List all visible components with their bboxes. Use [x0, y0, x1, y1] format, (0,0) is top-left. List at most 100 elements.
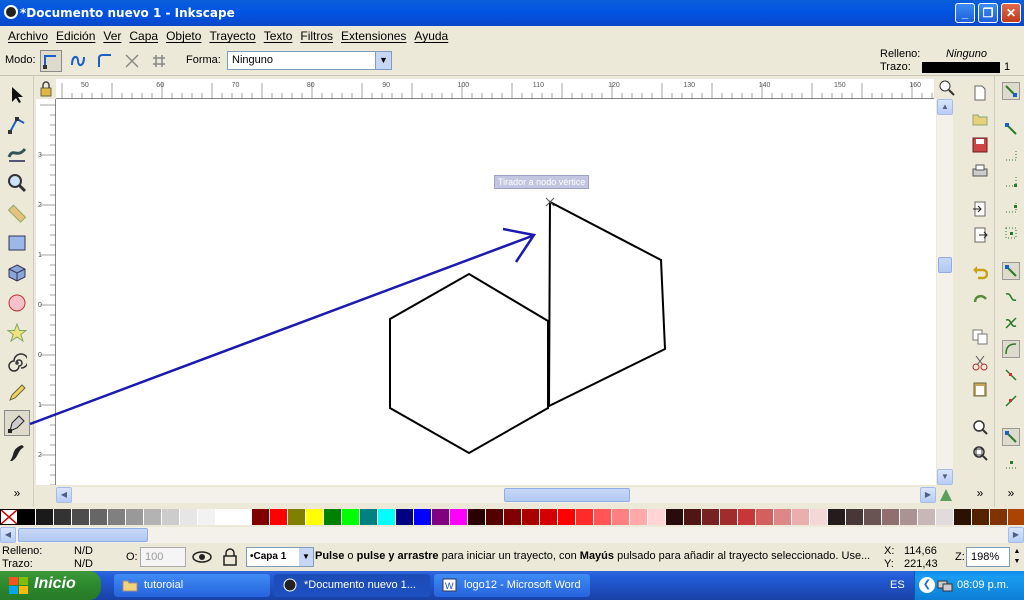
snap-paths-icon[interactable]: [1002, 288, 1020, 306]
palette-swatch[interactable]: [450, 509, 468, 525]
menu-objeto[interactable]: Objeto: [166, 29, 201, 43]
palette-swatch[interactable]: [378, 509, 396, 525]
ellipse-tool[interactable]: [4, 290, 30, 316]
menu-capa[interactable]: Capa: [129, 29, 158, 43]
palette-swatch[interactable]: [234, 509, 252, 525]
palette-swatches[interactable]: [18, 509, 1024, 525]
calligraphy-tool[interactable]: [4, 440, 30, 466]
snap-bbox-corner-icon[interactable]: [1002, 172, 1020, 190]
palette-swatch[interactable]: [666, 509, 684, 525]
menu-ayuda[interactable]: Ayuda: [414, 29, 448, 43]
palette-swatch[interactable]: [90, 509, 108, 525]
color-manage-icon[interactable]: [938, 487, 954, 503]
palette-swatch[interactable]: [306, 509, 324, 525]
palette-swatch[interactable]: [360, 509, 378, 525]
opacity-spinbox[interactable]: 100: [140, 547, 186, 567]
rectangle-tool[interactable]: [4, 230, 30, 256]
horizontal-ruler[interactable]: 50 60 70 80 90 100 110 120 130 140 150 160: [56, 79, 934, 99]
shape-select[interactable]: Ninguno ▼: [227, 51, 392, 70]
palette-swatch[interactable]: [846, 509, 864, 525]
palette-swatch[interactable]: [180, 509, 198, 525]
close-button[interactable]: ✕: [1001, 3, 1021, 23]
palette-swatch[interactable]: [324, 509, 342, 525]
zoom-tool[interactable]: [4, 170, 30, 196]
palette-swatch[interactable]: [792, 509, 810, 525]
vertical-scrollbar[interactable]: ▲ ▼: [937, 99, 953, 485]
drawing-canvas[interactable]: Tirador a nodo vértice: [56, 99, 936, 485]
no-paint-swatch[interactable]: [0, 509, 18, 525]
palette-swatch[interactable]: [630, 509, 648, 525]
snap-page-icon[interactable]: [1002, 454, 1020, 472]
snap-midpoints-icon[interactable]: [1002, 392, 1020, 410]
palette-swatch[interactable]: [774, 509, 792, 525]
palette-scroll-right[interactable]: ▶: [1008, 527, 1024, 543]
palette-swatch[interactable]: [54, 509, 72, 525]
cut-icon[interactable]: [971, 354, 989, 372]
zoom-drawing-icon[interactable]: [971, 444, 989, 462]
palette-swatch[interactable]: [684, 509, 702, 525]
scroll-left-button[interactable]: ◀: [56, 487, 72, 503]
palette-swatch[interactable]: [18, 509, 36, 525]
stroke-color-swatch[interactable]: [922, 62, 1000, 73]
export-icon[interactable]: [971, 226, 989, 244]
eye-icon[interactable]: [192, 549, 222, 567]
palette-swatch[interactable]: [270, 509, 288, 525]
palette-swatch[interactable]: [144, 509, 162, 525]
task-word[interactable]: W logo12 - Microsoft Word: [434, 574, 590, 597]
star-tool[interactable]: [4, 320, 30, 346]
new-document-icon[interactable]: [971, 84, 989, 102]
node-tool[interactable]: [4, 112, 30, 138]
palette-swatch[interactable]: [216, 509, 234, 525]
palette-swatch[interactable]: [162, 509, 180, 525]
menu-trayecto[interactable]: Trayecto: [209, 29, 255, 43]
paraxial-mode-button[interactable]: [121, 50, 143, 72]
palette-swatch[interactable]: [954, 509, 972, 525]
palette-swatch[interactable]: [504, 509, 522, 525]
clock[interactable]: 08:09 p.m.: [957, 579, 1009, 591]
spiral-tool[interactable]: [4, 350, 30, 376]
palette-swatch[interactable]: [864, 509, 882, 525]
horizontal-scroll-thumb[interactable]: [504, 488, 630, 502]
palette-swatch[interactable]: [1008, 509, 1024, 525]
palette-swatch[interactable]: [558, 509, 576, 525]
snap-bbox-icon[interactable]: [1002, 120, 1020, 138]
palette-swatch[interactable]: [342, 509, 360, 525]
snap-cusp-nodes-icon[interactable]: [1002, 340, 1020, 358]
palette-swatch[interactable]: [756, 509, 774, 525]
lock-guides-icon[interactable]: [36, 79, 56, 99]
snap-toggle-icon[interactable]: [1002, 82, 1020, 100]
pen-tool[interactable]: [4, 410, 30, 436]
palette-swatch[interactable]: [396, 509, 414, 525]
ortho-mode-button[interactable]: [148, 50, 170, 72]
snap-bbox-center-icon[interactable]: [1002, 224, 1020, 242]
layer-select[interactable]: •Capa 1 ▼: [246, 547, 314, 567]
menu-edicion[interactable]: Edición: [56, 29, 95, 43]
snap-intersections-icon[interactable]: [1002, 314, 1020, 332]
palette-swatch[interactable]: [972, 509, 990, 525]
restore-button[interactable]: ❐: [978, 3, 998, 23]
minimize-button[interactable]: _: [955, 3, 975, 23]
import-icon[interactable]: [971, 200, 989, 218]
language-indicator[interactable]: ES: [890, 579, 905, 591]
palette-swatch[interactable]: [540, 509, 558, 525]
palette-scroll-thumb[interactable]: [18, 528, 148, 542]
print-icon[interactable]: [971, 162, 989, 180]
paste-icon[interactable]: [971, 380, 989, 398]
fill-stroke-indicator[interactable]: Relleno: Ninguno Trazo: 1: [880, 48, 1010, 74]
spiro-mode-button[interactable]: [67, 50, 89, 72]
palette-swatch[interactable]: [432, 509, 450, 525]
tweak-tool[interactable]: [4, 140, 30, 166]
scroll-down-button[interactable]: ▼: [937, 469, 953, 485]
palette-swatch[interactable]: [414, 509, 432, 525]
palette-swatch[interactable]: [72, 509, 90, 525]
measure-tool[interactable]: [4, 200, 30, 226]
snap-overflow-icon[interactable]: »: [1002, 484, 1020, 502]
menu-archivo[interactable]: Archivo: [8, 29, 48, 43]
palette-swatch[interactable]: [810, 509, 828, 525]
horizontal-scrollbar[interactable]: ◀ ▶: [56, 487, 936, 503]
task-inkscape[interactable]: *Documento nuevo 1...: [274, 574, 430, 597]
palette-swatch[interactable]: [738, 509, 756, 525]
save-icon[interactable]: [971, 136, 989, 154]
menu-ver[interactable]: Ver: [103, 29, 121, 43]
palette-swatch[interactable]: [198, 509, 216, 525]
